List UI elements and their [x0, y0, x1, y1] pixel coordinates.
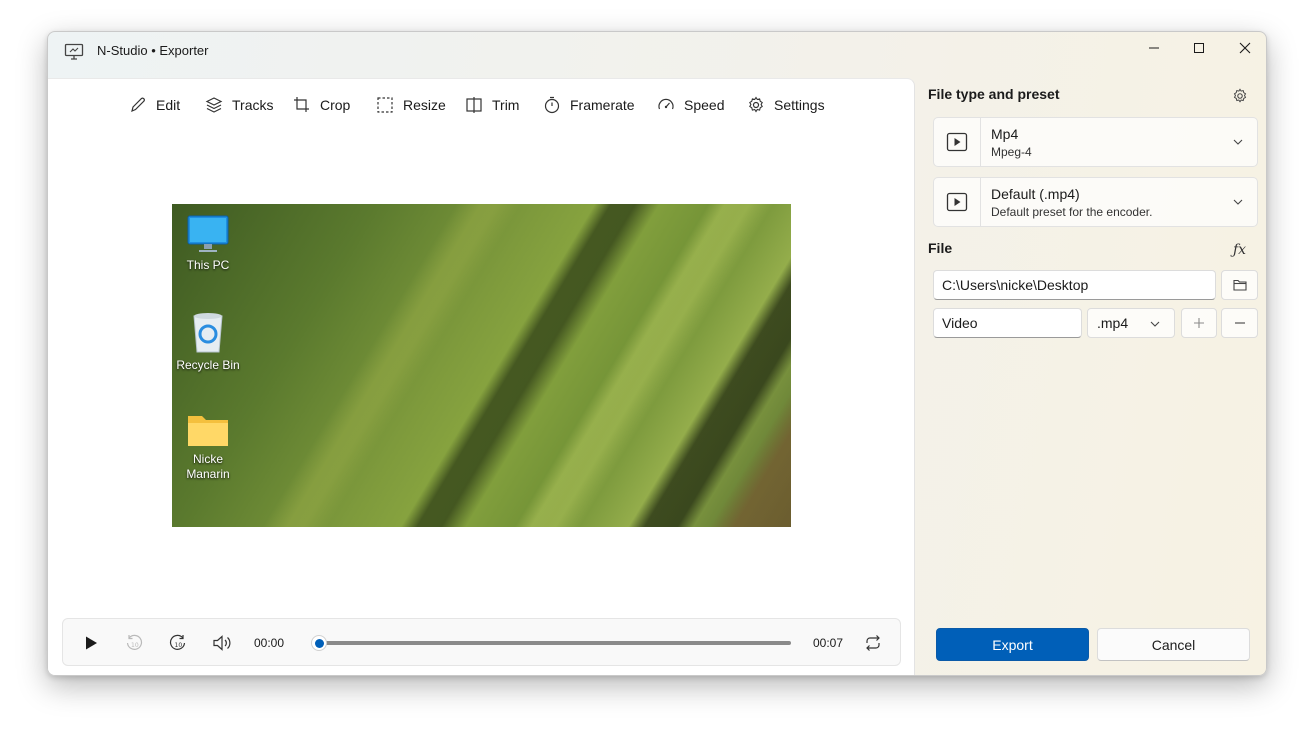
preset-description: Default preset for the encoder. [991, 205, 1153, 219]
play-button[interactable] [79, 631, 103, 655]
increase-button[interactable] [1181, 308, 1217, 338]
layers-icon [205, 97, 223, 113]
editor-area: Edit Tracks Crop Resize Trim Framerate S… [48, 78, 915, 675]
chevron-down-icon [1233, 199, 1243, 205]
edit-toolbar: Edit Tracks Crop Resize Trim Framerate S… [48, 93, 914, 117]
function-icon[interactable]: ƒx [1233, 242, 1246, 258]
video-file-icon [934, 118, 981, 166]
browse-folder-button[interactable] [1221, 270, 1258, 300]
current-time: 00:00 [254, 636, 285, 650]
speed-label: Speed [684, 97, 725, 113]
video-file-icon [934, 178, 981, 226]
playback-bar: 10 10 00:00 00:07 [62, 618, 901, 666]
minus-icon [1234, 322, 1245, 324]
gear-icon [749, 96, 763, 113]
file-section-title: File [928, 240, 953, 256]
settings-button[interactable]: Settings [747, 93, 825, 117]
crop-icon [294, 97, 309, 112]
maximize-button[interactable] [1176, 32, 1222, 64]
file-type-name: Mp4 [991, 126, 1019, 142]
play-icon [86, 636, 97, 650]
video-preview: This PC Recycle Bin Nicke Manarin [172, 204, 791, 527]
window-title: N-Studio • Exporter [97, 43, 209, 58]
export-options-panel: File type and preset Mp4 Mpeg-4 Default … [916, 78, 1266, 675]
tracks-label: Tracks [232, 97, 274, 113]
preset-name: Default (.mp4) [991, 186, 1080, 202]
title-bar[interactable]: N-Studio • Exporter [48, 32, 1266, 72]
total-time: 00:07 [813, 636, 844, 650]
decrease-button[interactable] [1221, 308, 1258, 338]
preset-dropdown[interactable]: Default (.mp4) Default preset for the en… [933, 177, 1258, 227]
svg-text:10: 10 [175, 642, 183, 649]
minimize-button[interactable] [1131, 32, 1177, 64]
crop-label: Crop [320, 97, 351, 113]
framerate-button[interactable]: Framerate [543, 93, 635, 117]
speed-button[interactable]: Speed [657, 93, 724, 117]
folder-icon [188, 416, 228, 446]
loop-button[interactable] [861, 631, 885, 655]
file-type-section-title: File type and preset [928, 86, 1060, 102]
seek-bar[interactable] [311, 635, 791, 651]
skip-forward-button[interactable]: 10 [166, 631, 190, 655]
app-monitor-icon [64, 43, 84, 61]
monitor-icon [187, 215, 229, 252]
skip-back-10-icon: 10 [126, 634, 143, 650]
settings-label: Settings [774, 97, 825, 113]
skip-back-button[interactable]: 10 [122, 631, 146, 655]
preset-settings-button[interactable] [1232, 88, 1248, 109]
edit-button[interactable]: Edit [129, 93, 180, 117]
extension-dropdown[interactable]: .mp4 [1087, 308, 1175, 338]
desktop-icon-this-pc: This PC [172, 214, 244, 273]
file-type-description: Mpeg-4 [991, 145, 1032, 159]
plus-icon [1194, 318, 1204, 328]
edit-label: Edit [156, 97, 181, 113]
trim-label: Trim [492, 97, 520, 113]
resize-label: Resize [403, 97, 446, 113]
folder-path-input[interactable] [933, 270, 1216, 300]
svg-text:10: 10 [131, 642, 139, 649]
desktop-icon-label: Recycle Bin [176, 358, 240, 372]
gear-icon [1233, 88, 1247, 103]
desktop-icon-label: This PC [186, 258, 230, 272]
pencil-icon [131, 97, 145, 113]
timer-icon [544, 96, 560, 114]
crop-button[interactable]: Crop [293, 93, 350, 117]
speaker-icon [213, 635, 231, 651]
tracks-button[interactable]: Tracks [205, 93, 273, 117]
desktop-icon-folder: Nicke Manarin [172, 412, 244, 482]
skip-forward-10-icon: 10 [169, 634, 186, 650]
desktop-icon-recycle-bin: Recycle Bin [172, 310, 244, 373]
repeat-icon [866, 635, 880, 651]
folder-open-icon [1232, 279, 1247, 291]
trim-icon [466, 97, 482, 113]
resize-button[interactable]: Resize [376, 93, 446, 117]
resize-icon [377, 97, 393, 113]
speedometer-icon [658, 98, 674, 110]
framerate-label: Framerate [570, 97, 635, 113]
chevron-down-icon [1233, 139, 1243, 145]
chevron-down-icon [1150, 321, 1160, 327]
seek-thumb[interactable] [311, 635, 327, 651]
close-button[interactable] [1222, 32, 1266, 64]
volume-button[interactable] [210, 631, 234, 655]
file-name-input[interactable] [933, 308, 1082, 338]
trim-button[interactable]: Trim [465, 93, 519, 117]
extension-value: .mp4 [1097, 315, 1129, 331]
cancel-button[interactable]: Cancel [1097, 628, 1250, 661]
exporter-window: N-Studio • Exporter Edit Tracks Crop Res… [47, 31, 1267, 676]
desktop-icon-label: Nicke Manarin [186, 452, 230, 481]
file-type-dropdown[interactable]: Mp4 Mpeg-4 [933, 117, 1258, 167]
recycle-bin-icon [193, 313, 223, 353]
export-button[interactable]: Export [936, 628, 1089, 661]
